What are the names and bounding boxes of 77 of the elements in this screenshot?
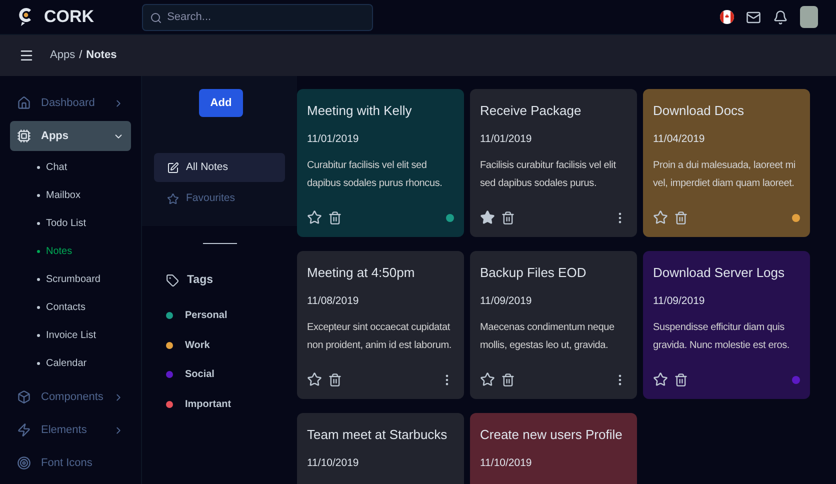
note-date: 11/01/2019 (480, 132, 533, 147)
search-field[interactable]: Search... (142, 4, 374, 30)
note-title: Team meet at Starbucks (307, 426, 448, 444)
tags-heading: Tags (187, 273, 213, 288)
star-icon (167, 192, 179, 204)
submenu-item[interactable]: Scrumboard (46, 272, 100, 286)
note-title: Download Server Logs (653, 264, 786, 282)
edit-icon (167, 162, 179, 174)
brand-name: CORK (44, 6, 94, 28)
tag-icon (166, 274, 179, 288)
note-title: Backup Files EOD (480, 264, 588, 282)
star-icon[interactable] (480, 372, 495, 387)
submenu-item[interactable]: Notes (46, 244, 72, 258)
note-text: Facilisis curabitur facilisis vel elit sed dapibus sodales purus. (480, 158, 617, 191)
submenu-item[interactable]: Contacts (46, 300, 86, 314)
add-button[interactable]: Add (199, 89, 243, 117)
tag-filter[interactable]: Important (185, 396, 232, 412)
flag-icon[interactable] (720, 10, 734, 24)
bullet-icon (37, 250, 40, 252)
breadcrumb-link[interactable]: Apps (50, 47, 76, 64)
cube-icon (17, 390, 31, 404)
note-text: Maecenas condimentum neque mollis, egestas leo ut, gravida. (480, 320, 616, 353)
delete-icon[interactable] (674, 210, 688, 224)
note-text: Curabitur facilisis vel elit sed dapibus sodales purus rhoncus. (307, 158, 444, 191)
note-date: 11/09/2019 (480, 294, 533, 309)
target-icon (17, 456, 31, 470)
tag-filter[interactable]: Social (185, 367, 214, 382)
home-icon (17, 96, 31, 110)
submenu-item[interactable]: Chat (46, 160, 68, 174)
tag-filter[interactable]: Personal (185, 308, 228, 324)
bullet-icon (37, 222, 40, 224)
note-title: Create new users Profile (480, 426, 624, 444)
breadcrumb-current: Notes (86, 48, 117, 64)
note-date: 11/10/2019 (480, 456, 533, 471)
submenu-item[interactable]: Todo List (46, 216, 86, 230)
delete-icon[interactable] (674, 372, 688, 386)
bullet-icon (37, 194, 40, 196)
star-icon[interactable] (307, 210, 322, 225)
delete-icon[interactable] (328, 372, 342, 386)
note-title: Meeting with Kelly (307, 102, 413, 120)
submenu-item[interactable]: Calendar (46, 356, 87, 370)
note-date: 11/10/2019 (307, 456, 360, 471)
sidebar-item[interactable]: Apps (10, 121, 131, 151)
tag-filter[interactable]: Work (185, 338, 210, 353)
note-date: 11/04/2019 (653, 132, 706, 147)
breadcrumb-separator: / (79, 48, 82, 64)
avatar-placeholder[interactable] (800, 6, 818, 28)
submenu-item[interactable]: Mailbox (46, 188, 80, 202)
bullet-icon (37, 362, 40, 364)
delete-icon[interactable] (501, 210, 515, 224)
delete-icon[interactable] (328, 210, 342, 224)
note-title: Receive Package (480, 102, 582, 120)
star-icon[interactable] (653, 372, 668, 387)
note-text: Excepteur sint occaecat cupidatat non proident, anim id est laborum. (307, 320, 452, 353)
submenu-item[interactable]: Invoice List (46, 328, 96, 342)
bullet-icon (37, 166, 40, 168)
star-icon[interactable] (480, 210, 495, 225)
bullet-icon (37, 278, 40, 280)
menu-icon[interactable] (19, 48, 34, 63)
lightning-icon (17, 423, 31, 437)
filter-tab[interactable]: All Notes (154, 153, 285, 182)
note-date: 11/01/2019 (307, 132, 360, 147)
bell-icon[interactable] (773, 10, 788, 24)
bullet-icon (37, 306, 40, 308)
note-date: 11/09/2019 (653, 294, 706, 309)
note-title: Download Docs (653, 102, 746, 120)
star-icon[interactable] (307, 372, 322, 387)
note-date: 11/08/2019 (307, 294, 360, 309)
delete-icon[interactable] (501, 372, 515, 386)
star-icon[interactable] (653, 210, 668, 225)
note-title: Meeting at 4:50pm (307, 264, 416, 282)
note-text: Proin a dui malesuada, laoreet mi vel, imperdiet diam quam laoreet. (653, 158, 796, 191)
mail-icon[interactable] (746, 10, 761, 24)
logo-icon (18, 7, 34, 27)
bullet-icon (37, 334, 40, 336)
chip-icon (17, 129, 31, 143)
note-text: Suspendisse efficitur diam quis gravida. Nunc molestie est eros. (653, 320, 790, 353)
